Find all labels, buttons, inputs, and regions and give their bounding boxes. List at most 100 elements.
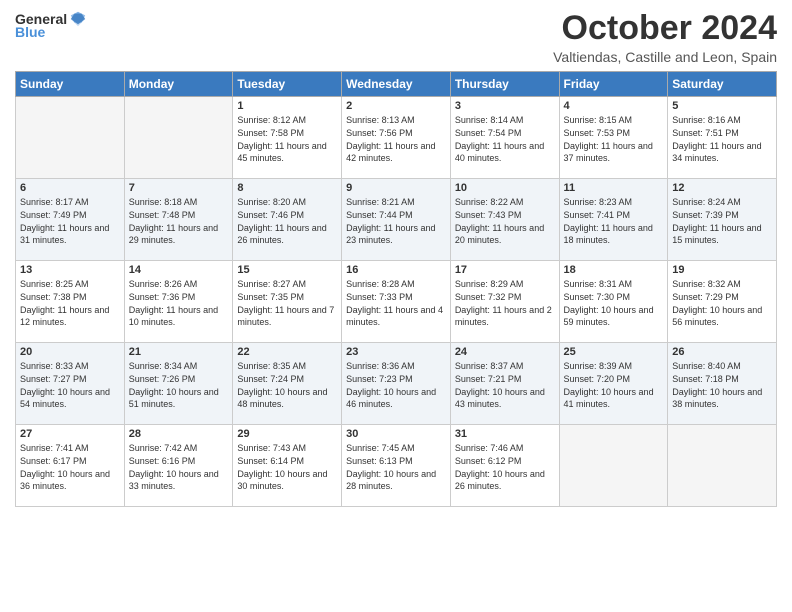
- day-info: Sunrise: 8:18 AMSunset: 7:48 PMDaylight:…: [129, 196, 229, 246]
- table-row: [559, 425, 668, 507]
- day-number: 26: [672, 346, 772, 358]
- col-tuesday: Tuesday: [233, 72, 342, 97]
- table-row: 22 Sunrise: 8:35 AMSunset: 7:24 PMDayligh…: [233, 343, 342, 425]
- day-info: Sunrise: 8:25 AMSunset: 7:38 PMDaylight:…: [20, 278, 120, 328]
- day-number: 3: [455, 100, 555, 112]
- day-info: Sunrise: 8:33 AMSunset: 7:27 PMDaylight:…: [20, 360, 120, 410]
- calendar-week-row: 6 Sunrise: 8:17 AMSunset: 7:49 PMDaylight…: [16, 179, 777, 261]
- day-number: 15: [237, 264, 337, 276]
- calendar-week-row: 1Sunrise: 8:12 AMSunset: 7:58 PMDaylight…: [16, 97, 777, 179]
- table-row: 21 Sunrise: 8:34 AMSunset: 7:26 PMDayligh…: [124, 343, 233, 425]
- table-row: 2 Sunrise: 8:13 AMSunset: 7:56 PMDaylight…: [342, 97, 451, 179]
- table-row: 6 Sunrise: 8:17 AMSunset: 7:49 PMDaylight…: [16, 179, 125, 261]
- day-number: 24: [455, 346, 555, 358]
- table-row: 12 Sunrise: 8:24 AMSunset: 7:39 PMDayligh…: [668, 179, 777, 261]
- table-row: 10 Sunrise: 8:22 AMSunset: 7:43 PMDayligh…: [450, 179, 559, 261]
- logo: General Blue: [15, 10, 87, 40]
- day-info: Sunrise: 8:35 AMSunset: 7:24 PMDaylight:…: [237, 360, 337, 410]
- table-row: [668, 425, 777, 507]
- day-number: 6: [20, 182, 120, 194]
- day-number: 7: [129, 182, 229, 194]
- day-info: Sunrise: 8:16 AMSunset: 7:51 PMDaylight:…: [672, 114, 772, 164]
- table-row: 24 Sunrise: 8:37 AMSunset: 7:21 PMDayligh…: [450, 343, 559, 425]
- table-row: 3Sunrise: 8:14 AMSunset: 7:54 PMDaylight…: [450, 97, 559, 179]
- table-row: 1Sunrise: 8:12 AMSunset: 7:58 PMDaylight…: [233, 97, 342, 179]
- col-thursday: Thursday: [450, 72, 559, 97]
- month-title: October 2024: [553, 10, 777, 47]
- table-row: 20Sunrise: 8:33 AMSunset: 7:27 PMDayligh…: [16, 343, 125, 425]
- col-friday: Friday: [559, 72, 668, 97]
- table-row: 7 Sunrise: 8:18 AMSunset: 7:48 PMDaylight…: [124, 179, 233, 261]
- day-info: Sunrise: 8:20 AMSunset: 7:46 PMDaylight:…: [237, 196, 337, 246]
- day-info: Sunrise: 8:21 AMSunset: 7:44 PMDaylight:…: [346, 196, 446, 246]
- day-info: Sunrise: 8:27 AMSunset: 7:35 PMDaylight:…: [237, 278, 337, 328]
- logo-blue: Blue: [15, 24, 45, 40]
- table-row: 31 Sunrise: 7:46 AMSunset: 6:12 PMDayligh…: [450, 425, 559, 507]
- day-number: 12: [672, 182, 772, 194]
- table-row: 23Sunrise: 8:36 AMSunset: 7:23 PMDayligh…: [342, 343, 451, 425]
- calendar-header-row: Sunday Monday Tuesday Wednesday Thursday…: [16, 72, 777, 97]
- day-info: Sunrise: 8:34 AMSunset: 7:26 PMDaylight:…: [129, 360, 229, 410]
- calendar-week-row: 27 Sunrise: 7:41 AMSunset: 6:17 PMDayligh…: [16, 425, 777, 507]
- day-number: 19: [672, 264, 772, 276]
- table-row: 13 Sunrise: 8:25 AMSunset: 7:38 PMDayligh…: [16, 261, 125, 343]
- day-info: Sunrise: 8:32 AMSunset: 7:29 PMDaylight:…: [672, 278, 772, 328]
- calendar-week-row: 20Sunrise: 8:33 AMSunset: 7:27 PMDayligh…: [16, 343, 777, 425]
- table-row: 15 Sunrise: 8:27 AMSunset: 7:35 PMDayligh…: [233, 261, 342, 343]
- calendar-week-row: 13 Sunrise: 8:25 AMSunset: 7:38 PMDayligh…: [16, 261, 777, 343]
- day-info: Sunrise: 7:42 AMSunset: 6:16 PMDaylight:…: [129, 442, 229, 492]
- day-info: Sunrise: 8:24 AMSunset: 7:39 PMDaylight:…: [672, 196, 772, 246]
- day-info: Sunrise: 8:22 AMSunset: 7:43 PMDaylight:…: [455, 196, 555, 246]
- day-number: 28: [129, 428, 229, 440]
- table-row: 8 Sunrise: 8:20 AMSunset: 7:46 PMDaylight…: [233, 179, 342, 261]
- day-info: Sunrise: 8:23 AMSunset: 7:41 PMDaylight:…: [564, 196, 664, 246]
- table-row: 17 Sunrise: 8:29 AMSunset: 7:32 PMDayligh…: [450, 261, 559, 343]
- day-number: 9: [346, 182, 446, 194]
- day-info: Sunrise: 8:17 AMSunset: 7:49 PMDaylight:…: [20, 196, 120, 246]
- day-number: 14: [129, 264, 229, 276]
- table-row: 27 Sunrise: 7:41 AMSunset: 6:17 PMDayligh…: [16, 425, 125, 507]
- day-number: 1: [237, 100, 337, 112]
- day-info: Sunrise: 7:41 AMSunset: 6:17 PMDaylight:…: [20, 442, 120, 492]
- day-number: 10: [455, 182, 555, 194]
- table-row: 4 Sunrise: 8:15 AMSunset: 7:53 PMDaylight…: [559, 97, 668, 179]
- day-info: Sunrise: 8:13 AMSunset: 7:56 PMDaylight:…: [346, 114, 446, 164]
- table-row: 26 Sunrise: 8:40 AMSunset: 7:18 PMDayligh…: [668, 343, 777, 425]
- table-row: [124, 97, 233, 179]
- col-wednesday: Wednesday: [342, 72, 451, 97]
- day-number: 13: [20, 264, 120, 276]
- day-number: 17: [455, 264, 555, 276]
- day-info: Sunrise: 8:29 AMSunset: 7:32 PMDaylight:…: [455, 278, 555, 328]
- day-number: 27: [20, 428, 120, 440]
- day-number: 22: [237, 346, 337, 358]
- table-row: 30Sunrise: 7:45 AMSunset: 6:13 PMDayligh…: [342, 425, 451, 507]
- table-row: 5Sunrise: 8:16 AMSunset: 7:51 PMDaylight…: [668, 97, 777, 179]
- day-info: Sunrise: 8:40 AMSunset: 7:18 PMDaylight:…: [672, 360, 772, 410]
- day-info: Sunrise: 7:45 AMSunset: 6:13 PMDaylight:…: [346, 442, 446, 492]
- col-sunday: Sunday: [16, 72, 125, 97]
- table-row: 29Sunrise: 7:43 AMSunset: 6:14 PMDayligh…: [233, 425, 342, 507]
- table-row: 19 Sunrise: 8:32 AMSunset: 7:29 PMDayligh…: [668, 261, 777, 343]
- page: General Blue October 2024 Valtiendas, Ca…: [0, 0, 792, 612]
- day-info: Sunrise: 7:43 AMSunset: 6:14 PMDaylight:…: [237, 442, 337, 492]
- table-row: 18Sunrise: 8:31 AMSunset: 7:30 PMDayligh…: [559, 261, 668, 343]
- day-number: 16: [346, 264, 446, 276]
- day-number: 18: [564, 264, 664, 276]
- day-number: 8: [237, 182, 337, 194]
- day-number: 4: [564, 100, 664, 112]
- day-info: Sunrise: 8:26 AMSunset: 7:36 PMDaylight:…: [129, 278, 229, 328]
- day-number: 2: [346, 100, 446, 112]
- title-area: October 2024 Valtiendas, Castille and Le…: [553, 10, 777, 65]
- day-number: 31: [455, 428, 555, 440]
- table-row: 16 Sunrise: 8:28 AMSunset: 7:33 PMDayligh…: [342, 261, 451, 343]
- day-info: Sunrise: 7:46 AMSunset: 6:12 PMDaylight:…: [455, 442, 555, 492]
- day-number: 21: [129, 346, 229, 358]
- day-number: 11: [564, 182, 664, 194]
- day-info: Sunrise: 8:15 AMSunset: 7:53 PMDaylight:…: [564, 114, 664, 164]
- table-row: 11 Sunrise: 8:23 AMSunset: 7:41 PMDayligh…: [559, 179, 668, 261]
- day-number: 25: [564, 346, 664, 358]
- day-info: Sunrise: 8:37 AMSunset: 7:21 PMDaylight:…: [455, 360, 555, 410]
- header: General Blue October 2024 Valtiendas, Ca…: [15, 10, 777, 65]
- day-info: Sunrise: 8:28 AMSunset: 7:33 PMDaylight:…: [346, 278, 446, 328]
- col-saturday: Saturday: [668, 72, 777, 97]
